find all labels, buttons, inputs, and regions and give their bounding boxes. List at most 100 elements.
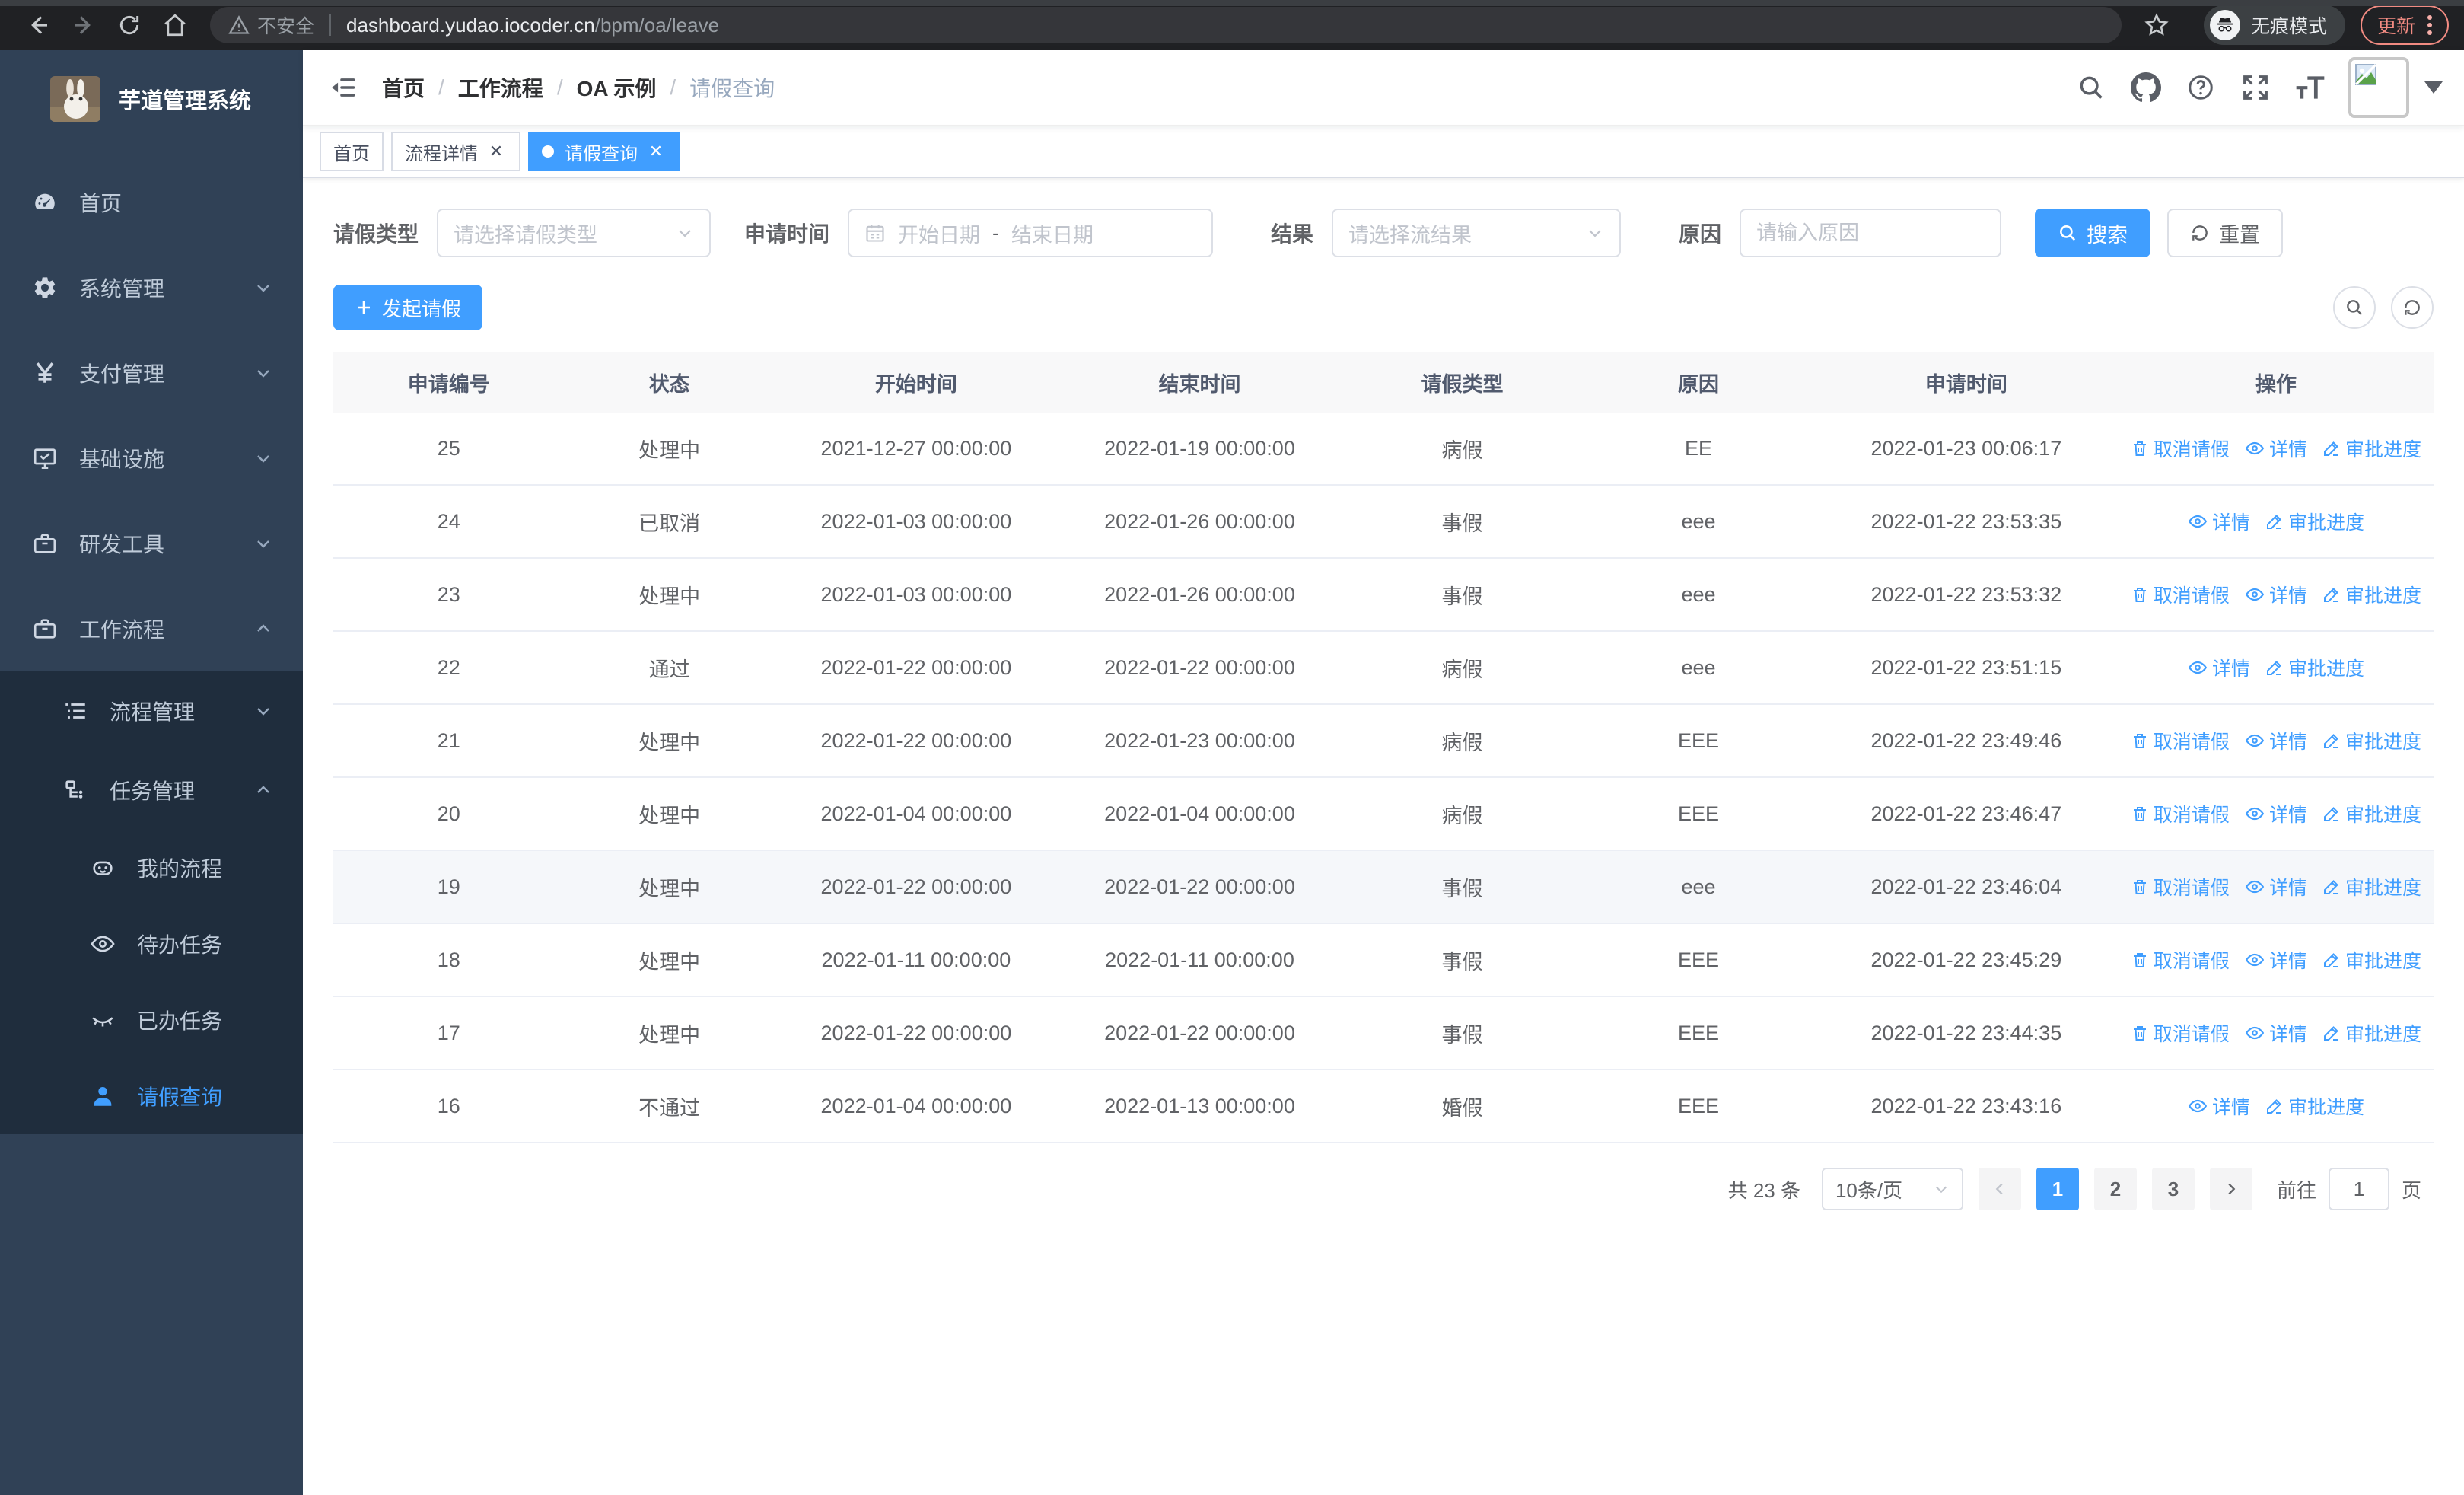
breadcrumb-home[interactable]: 首页 — [382, 72, 425, 103]
sidebar-item-workflow[interactable]: 工作流程 — [0, 586, 303, 671]
avatar[interactable] — [2348, 57, 2409, 118]
chevron-down-icon — [1586, 224, 1604, 242]
sidebar-item-done-tasks[interactable]: 已办任务 — [0, 982, 303, 1058]
cancel-leave-link[interactable]: 取消请假 — [2131, 800, 2230, 827]
cell-start-time: 2022-01-22 00:00:00 — [820, 875, 1012, 898]
approval-progress-link[interactable]: 审批进度 — [2265, 1092, 2364, 1120]
cell-apply-time: 2022-01-22 23:51:15 — [1870, 655, 2062, 679]
detail-link[interactable]: 详情 — [2245, 727, 2307, 754]
tab-home[interactable]: 首页 — [320, 132, 384, 171]
reset-button[interactable]: 重置 — [2167, 209, 2284, 257]
result-label: 结果 — [1271, 222, 1314, 246]
font-size-icon[interactable] — [2294, 71, 2327, 104]
detail-link[interactable]: 详情 — [2188, 654, 2250, 681]
tab-leave-query[interactable]: 请假查询 ✕ — [528, 132, 680, 171]
sidebar-item-leave-query[interactable]: 请假查询 — [0, 1058, 303, 1134]
eye-icon — [2245, 807, 2265, 821]
reason-label: 原因 — [1679, 222, 1722, 246]
github-icon[interactable] — [2129, 71, 2163, 104]
cell-start-time: 2022-01-11 00:00:00 — [821, 948, 1011, 971]
breadcrumb-current: 请假查询 — [689, 77, 775, 100]
search-button[interactable]: 搜索 — [2035, 209, 2151, 257]
reason-input[interactable] — [1756, 221, 1985, 245]
browser-home-icon[interactable] — [152, 7, 198, 43]
approval-progress-link[interactable]: 审批进度 — [2265, 654, 2364, 681]
cancel-leave-link[interactable]: 取消请假 — [2131, 727, 2230, 754]
address-bar[interactable]: 不安全 dashboard.yudao.iocoder.cn/bpm/oa/le… — [210, 7, 2122, 43]
breadcrumb-oa[interactable]: OA 示例 — [577, 72, 657, 103]
approval-progress-link[interactable]: 审批进度 — [2322, 581, 2421, 608]
sidebar-item-infrastructure[interactable]: 基础设施 — [0, 416, 303, 501]
help-icon[interactable] — [2184, 71, 2217, 104]
detail-link[interactable]: 详情 — [2245, 946, 2307, 974]
cancel-leave-link[interactable]: 取消请假 — [2131, 873, 2230, 901]
detail-link[interactable]: 详情 — [2188, 508, 2250, 535]
browser-forward-icon[interactable] — [61, 7, 107, 43]
page-button-2[interactable]: 2 — [2093, 1168, 2137, 1210]
cancel-leave-link[interactable]: 取消请假 — [2131, 1019, 2230, 1047]
cell-actions: 取消请假 详情 审批进度 — [2119, 873, 2434, 901]
approval-progress-link[interactable]: 审批进度 — [2322, 800, 2421, 827]
browser-menu-icon[interactable] — [2427, 15, 2432, 35]
sidebar-item-home[interactable]: 首页 — [0, 160, 303, 245]
pen-icon — [2323, 880, 2338, 894]
tab-process-detail[interactable]: 流程详情 ✕ — [391, 132, 520, 171]
page-size-select[interactable]: 10条/页 — [1821, 1168, 1963, 1210]
approval-progress-link[interactable]: 审批进度 — [2322, 435, 2421, 462]
cell-actions: 取消请假 详情 审批进度 — [2119, 581, 2434, 608]
trash-icon — [2133, 880, 2146, 894]
sidebar-item-todo-tasks[interactable]: 待办任务 — [0, 906, 303, 982]
cell-end-time: 2022-01-26 00:00:00 — [1104, 582, 1295, 606]
approval-progress-link[interactable]: 审批进度 — [2322, 873, 2421, 901]
approval-progress-link[interactable]: 审批进度 — [2322, 727, 2421, 754]
breadcrumb-workflow[interactable]: 工作流程 — [458, 72, 543, 103]
close-icon[interactable]: ✕ — [645, 141, 667, 162]
sidebar-collapse-icon[interactable] — [318, 62, 370, 113]
bookmark-star-icon[interactable] — [2134, 7, 2179, 43]
fullscreen-icon[interactable] — [2239, 71, 2272, 104]
detail-link[interactable]: 详情 — [2245, 1019, 2307, 1047]
page-button-3[interactable]: 3 — [2151, 1168, 2195, 1210]
apply-time-range-picker[interactable]: 开始日期 - 结束日期 — [848, 209, 1214, 257]
create-leave-button[interactable]: 发起请假 — [333, 285, 483, 330]
result-select[interactable]: 请选择流结果 — [1332, 209, 1622, 257]
cancel-leave-link[interactable]: 取消请假 — [2131, 435, 2230, 462]
browser-refresh-icon[interactable] — [107, 7, 152, 43]
sidebar-item-dev-tools[interactable]: 研发工具 — [0, 501, 303, 586]
sidebar-item-payment[interactable]: 支付管理 — [0, 330, 303, 416]
avatar-caret-icon[interactable] — [2424, 81, 2443, 94]
robot-icon — [90, 855, 116, 881]
browser-back-icon[interactable] — [15, 7, 61, 43]
cancel-leave-link[interactable]: 取消请假 — [2131, 946, 2230, 974]
page-button-1[interactable]: 1 — [2036, 1168, 2079, 1210]
detail-link[interactable]: 详情 — [2188, 1092, 2250, 1120]
close-icon[interactable]: ✕ — [485, 141, 507, 162]
pen-icon — [2266, 515, 2281, 529]
detail-link[interactable]: 详情 — [2245, 873, 2307, 901]
show-search-button[interactable] — [2333, 286, 2376, 329]
leave-type-select[interactable]: 请选择请假类型 — [437, 209, 712, 257]
next-page-button[interactable] — [2209, 1168, 2252, 1210]
sidebar-item-my-process[interactable]: 我的流程 — [0, 830, 303, 906]
prev-page-button[interactable] — [1978, 1168, 2021, 1210]
cell-apply-id: 25 — [437, 436, 460, 460]
detail-link[interactable]: 详情 — [2245, 435, 2307, 462]
app-logo-row[interactable]: 芋道管理系统 — [0, 50, 303, 148]
sidebar: 芋道管理系统 首页 系统管理 支付管理 基础设施 研发工具 工作流程 流程管理 … — [0, 50, 303, 1495]
sidebar-item-task-mgmt[interactable]: 任务管理 — [0, 751, 303, 830]
dashboard-icon — [32, 190, 58, 215]
browser-update-button[interactable]: 更新 — [2360, 5, 2449, 45]
approval-progress-link[interactable]: 审批进度 — [2265, 508, 2364, 535]
approval-progress-link[interactable]: 审批进度 — [2322, 946, 2421, 974]
detail-link[interactable]: 详情 — [2245, 581, 2307, 608]
approval-progress-link[interactable]: 审批进度 — [2322, 1019, 2421, 1047]
goto-page-input[interactable] — [2328, 1168, 2389, 1210]
search-icon[interactable] — [2074, 71, 2108, 104]
detail-link[interactable]: 详情 — [2245, 800, 2307, 827]
security-chip[interactable]: 不安全 — [228, 11, 314, 39]
refresh-table-button[interactable] — [2391, 286, 2434, 329]
sidebar-item-process-mgmt[interactable]: 流程管理 — [0, 671, 303, 751]
table-row: 17 处理中 2022-01-22 00:00:00 2022-01-22 00… — [333, 997, 2434, 1070]
sidebar-item-system[interactable]: 系统管理 — [0, 245, 303, 330]
cancel-leave-link[interactable]: 取消请假 — [2131, 581, 2230, 608]
